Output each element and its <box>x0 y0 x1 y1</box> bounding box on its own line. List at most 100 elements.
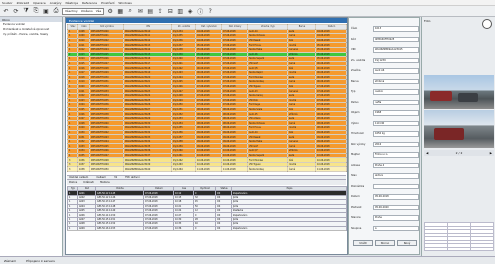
field-input[interactable] <box>373 183 419 189</box>
chart-icon[interactable]: ▤ <box>146 7 154 15</box>
table-cell: 1SJ 1264 <box>171 166 196 172</box>
info-icon[interactable]: ⓘ <box>196 7 204 16</box>
grid-icon[interactable]: ▦ <box>116 7 124 15</box>
prev-photo-button[interactable]: ◀ <box>426 151 428 155</box>
tag-icon[interactable]: ◈ <box>186 7 194 15</box>
summary-left: Vozidel celkem <box>69 176 89 179</box>
form-row: Výkon 110 kW <box>351 120 419 127</box>
new-button[interactable]: Nový <box>397 240 417 246</box>
vehicle-detail-panel: Číslo 1013 Kód 4M51RUFH0225 VIN WAUZZZ8K9AA12… <box>348 17 420 255</box>
car-shape <box>458 93 478 102</box>
view-option[interactable]: Všechny <box>65 9 78 13</box>
photo-mini-grid <box>424 222 494 251</box>
field-input[interactable]: 05.06.2020 <box>373 204 419 210</box>
menu-item[interactable]: Nástroje <box>66 1 79 5</box>
print-icon[interactable]: ⎙ <box>52 7 60 15</box>
menu-item[interactable]: Soubor <box>2 1 13 5</box>
menu-item[interactable]: Prostředí <box>101 1 114 5</box>
car-shape <box>434 128 464 140</box>
mail-icon[interactable]: ✉ <box>136 7 144 15</box>
field-input[interactable]: A <box>373 225 419 231</box>
field-label: Hmotnost <box>351 132 364 135</box>
field-input[interactable]: WAUZZZ8K9AA123415 <box>373 47 419 53</box>
vehicle-photo-1[interactable] <box>424 75 494 109</box>
view-option[interactable]: Vše <box>96 9 101 13</box>
calendar-icon[interactable]: ▥ <box>176 7 184 15</box>
field-input[interactable]: 1013 <box>373 26 419 32</box>
photo-title: Foto <box>424 19 431 23</box>
form-row: Skupina A <box>351 225 419 232</box>
field-input[interactable]: stříbrná <box>373 78 419 84</box>
sidebar-item[interactable]: Vy. průběh - Pozice, vozidla, hlasky <box>0 32 62 37</box>
form-row: Typ osobní <box>351 89 419 95</box>
vehicle-list-window: Evidence vozidel Stav Číslo Kód výrobce VIN… <box>65 17 348 255</box>
field-input[interactable]: 4M51RUFH0225 <box>373 36 419 42</box>
field-input[interactable]: 110 kW <box>373 120 419 126</box>
field-label: Adresa <box>351 163 360 167</box>
cancel-button[interactable]: Storno <box>375 240 395 246</box>
mini-cell <box>424 246 448 251</box>
filter-icon[interactable]: ⧩ <box>22 7 30 15</box>
field-input[interactable]: Audi A6 <box>373 68 419 74</box>
form-row: Značka Audi A6 <box>351 68 419 74</box>
refresh-icon[interactable]: ⟳ <box>12 7 20 15</box>
menu-item[interactable]: Zobrazit <box>17 1 29 5</box>
field-label: Datum <box>351 195 360 198</box>
detail-tab[interactable]: Události <box>83 181 94 184</box>
menu-item[interactable]: Windows <box>118 1 131 5</box>
copy-icon[interactable]: ⎘ <box>32 7 40 15</box>
form-row: Datum 05.06.2018 <box>351 194 419 200</box>
field-input[interactable]: nafta <box>373 99 419 105</box>
field-input[interactable]: 1650 kg <box>373 131 419 137</box>
help-icon[interactable]: ? <box>206 7 214 15</box>
menu-item[interactable]: Operace <box>33 1 46 5</box>
field-input[interactable]: 1SJ 1239 <box>373 57 419 63</box>
field-input[interactable]: 1968 <box>373 110 419 116</box>
save-button[interactable]: Uložit <box>353 240 373 246</box>
form-row: Objem 1968 <box>351 110 419 116</box>
field-input[interactable]: 2016 <box>373 141 419 147</box>
status-left: Záznam <box>4 258 17 263</box>
export-icon[interactable]: ⇪ <box>156 7 164 15</box>
status-right: Připojeno k serveru <box>26 258 56 263</box>
status-bar: Záznam Připojeno k serveru <box>0 256 495 264</box>
field-input[interactable]: Praha <box>373 215 419 221</box>
sidebar: Okno Evidence vozidel Prohledávat a dodat… <box>0 17 63 256</box>
lock-icon[interactable]: ⊟ <box>166 7 174 15</box>
field-input[interactable]: Praha 4 <box>373 162 419 168</box>
field-label: Číslo <box>351 27 358 30</box>
mini-cell <box>470 246 494 251</box>
field-label: Objem <box>351 111 360 114</box>
back-icon[interactable]: ↶ <box>2 7 10 15</box>
field-label: Rok výroby <box>351 142 366 146</box>
view-option[interactable]: Uloženo <box>81 9 93 13</box>
photo-nav: ◀ 2 / 2 ▶ <box>424 150 494 156</box>
field-label: Skupina <box>351 226 362 230</box>
field-label: Výkon <box>351 121 359 125</box>
field-label: VIN <box>351 48 356 51</box>
menu-item[interactable]: Reference <box>82 1 97 5</box>
detail-tab[interactable]: Pozice <box>69 181 77 184</box>
field-input[interactable]: Firma s.r.o. <box>373 152 419 158</box>
search-icon[interactable]: ⌕ <box>126 7 134 15</box>
mini-row[interactable] <box>424 246 494 251</box>
field-input[interactable]: 05.06.2018 <box>373 194 419 200</box>
form-row: Palivo nafta <box>351 99 419 106</box>
field-input[interactable]: osobní <box>373 89 419 95</box>
settings-icon[interactable]: ⚙ <box>106 7 114 15</box>
form-row: Poznámka <box>351 183 419 190</box>
table-row[interactable]: 3 1038 4M51RUFH0250 WAUZZZ8K9AA123440 1SJ 12… <box>67 166 347 172</box>
view-select[interactable]: Všechny Uloženo Vše <box>62 7 105 15</box>
vehicle-photo-2[interactable] <box>424 110 494 148</box>
next-photo-button[interactable]: ▶ <box>490 151 492 155</box>
power-icon[interactable] <box>482 19 492 29</box>
car-shape <box>430 91 452 101</box>
save-icon[interactable]: ▣ <box>42 7 50 15</box>
menu-item[interactable]: Analýzy <box>50 1 62 5</box>
form-row: Zn. vozidla 1SJ 1239 <box>351 57 419 64</box>
field-label: Kód <box>351 37 356 41</box>
filter-status[interactable]: Filtr aktivní <box>125 176 139 179</box>
form-row: Stav aktivní <box>351 173 419 179</box>
field-input[interactable]: aktivní <box>373 173 419 179</box>
detail-tab[interactable]: Historie <box>100 181 110 184</box>
